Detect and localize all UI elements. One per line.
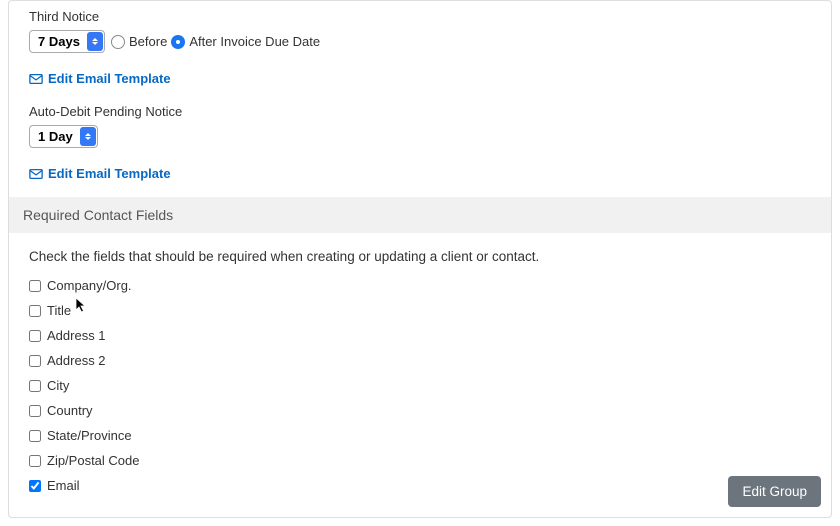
contact-field-company[interactable]: Company/Org. bbox=[29, 278, 811, 293]
required-contact-fields-description: Check the fields that should be required… bbox=[9, 233, 831, 278]
envelope-icon bbox=[29, 168, 43, 180]
third-notice-controls: 7 Days Before After Invoice Due Date bbox=[29, 30, 811, 63]
third-notice-before-label[interactable]: Before bbox=[129, 34, 167, 49]
contact-field-email[interactable]: Email bbox=[29, 478, 811, 493]
edit-third-template-text: Edit Email Template bbox=[48, 71, 171, 86]
autodebit-notice-controls: 1 Day bbox=[29, 125, 811, 158]
third-notice-before-radio[interactable] bbox=[111, 35, 125, 49]
settings-panel: Third Notice 7 Days Before After Invoice… bbox=[8, 0, 832, 518]
autodebit-days-select[interactable]: 1 Day bbox=[29, 125, 98, 148]
edit-autodebit-template-text: Edit Email Template bbox=[48, 166, 171, 181]
contact-field-country-label: Country bbox=[47, 403, 93, 418]
contact-field-company-checkbox[interactable] bbox=[29, 280, 41, 292]
contact-field-country[interactable]: Country bbox=[29, 403, 811, 418]
contact-field-title-checkbox[interactable] bbox=[29, 305, 41, 317]
contact-field-zip-checkbox[interactable] bbox=[29, 455, 41, 467]
contact-field-title-label: Title bbox=[47, 303, 71, 318]
third-notice-after-label[interactable]: After Invoice Due Date bbox=[189, 34, 320, 49]
contact-field-zip[interactable]: Zip/Postal Code bbox=[29, 453, 811, 468]
contact-field-address2-checkbox[interactable] bbox=[29, 355, 41, 367]
autodebit-notice-label: Auto-Debit Pending Notice bbox=[29, 96, 811, 125]
contact-fields-checkbox-list: Company/Org. Title Address 1 Address 2 C… bbox=[9, 278, 831, 493]
contact-field-zip-label: Zip/Postal Code bbox=[47, 453, 140, 468]
contact-field-address1-label: Address 1 bbox=[47, 328, 106, 343]
contact-field-address2[interactable]: Address 2 bbox=[29, 353, 811, 368]
contact-field-address1-checkbox[interactable] bbox=[29, 330, 41, 342]
required-contact-fields-header: Required Contact Fields bbox=[9, 197, 831, 233]
contact-field-state[interactable]: State/Province bbox=[29, 428, 811, 443]
third-notice-timing-group: Before After Invoice Due Date bbox=[111, 34, 320, 49]
contact-field-state-label: State/Province bbox=[47, 428, 132, 443]
contact-field-state-checkbox[interactable] bbox=[29, 430, 41, 442]
edit-autodebit-template-link[interactable]: Edit Email Template bbox=[29, 158, 811, 191]
third-notice-after-radio[interactable] bbox=[171, 35, 185, 49]
contact-field-title[interactable]: Title bbox=[29, 303, 811, 318]
contact-field-city[interactable]: City bbox=[29, 378, 811, 393]
contact-field-address1[interactable]: Address 1 bbox=[29, 328, 811, 343]
contact-field-country-checkbox[interactable] bbox=[29, 405, 41, 417]
edit-group-button[interactable]: Edit Group bbox=[728, 476, 821, 507]
third-notice-label: Third Notice bbox=[29, 1, 811, 30]
third-notice-days-select[interactable]: 7 Days bbox=[29, 30, 105, 53]
autodebit-notice-section: Auto-Debit Pending Notice 1 Day Edit Ema… bbox=[9, 96, 831, 191]
contact-field-city-checkbox[interactable] bbox=[29, 380, 41, 392]
envelope-icon bbox=[29, 73, 43, 85]
contact-field-address2-label: Address 2 bbox=[47, 353, 106, 368]
third-notice-days-select-wrapper: 7 Days bbox=[29, 30, 105, 53]
contact-field-email-checkbox[interactable] bbox=[29, 480, 41, 492]
autodebit-days-select-wrapper: 1 Day bbox=[29, 125, 98, 148]
contact-field-email-label: Email bbox=[47, 478, 80, 493]
contact-field-city-label: City bbox=[47, 378, 69, 393]
edit-third-template-link[interactable]: Edit Email Template bbox=[29, 63, 811, 96]
contact-field-company-label: Company/Org. bbox=[47, 278, 132, 293]
third-notice-section: Third Notice 7 Days Before After Invoice… bbox=[9, 1, 831, 96]
